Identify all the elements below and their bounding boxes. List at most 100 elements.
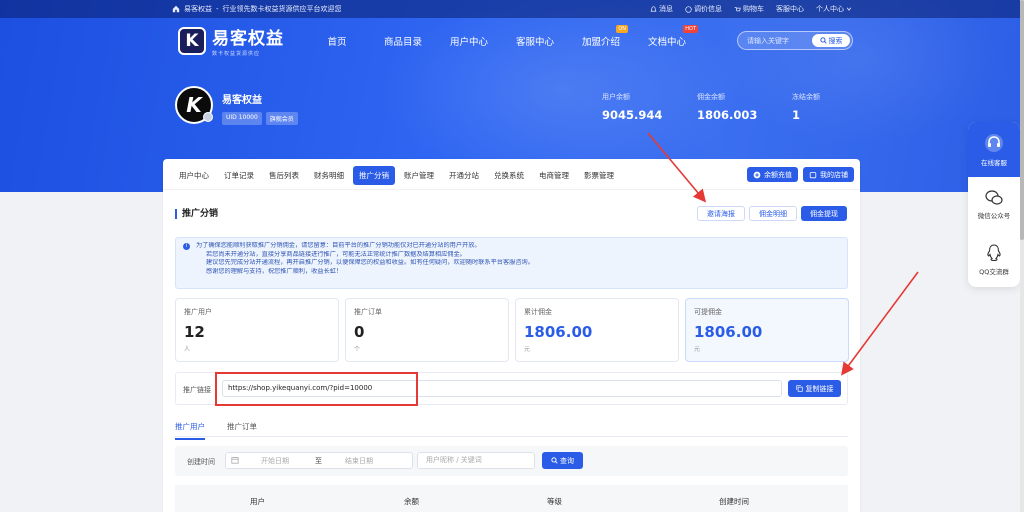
date-range-picker[interactable]: 开始日期 至 结束日期 — [225, 452, 413, 469]
online-service-button[interactable]: 在线客服 — [968, 122, 1020, 177]
avatar[interactable]: K — [175, 86, 213, 124]
tab-tickets[interactable]: 影票管理 — [578, 166, 620, 185]
topbar-personal[interactable]: 个人中心 — [816, 4, 852, 14]
nav-home[interactable]: 首页 — [304, 34, 370, 48]
home-icon — [172, 5, 180, 13]
cart-icon — [734, 6, 741, 11]
tab-after-sales[interactable]: 售后列表 — [263, 166, 305, 185]
logo[interactable]: K 易客权益 数卡权益货源供应 — [178, 24, 284, 57]
date-separator: 至 — [315, 457, 322, 465]
annotation-highlight-box — [215, 372, 418, 406]
subtabs-divider — [175, 436, 848, 437]
start-date[interactable]: 开始日期 — [261, 456, 289, 466]
nav-menu: 首页 商品目录 用户中心 客服中心 加盟介绍 ON 文档中心 HOT — [304, 25, 700, 48]
hot-badge: HOT — [683, 25, 698, 33]
invite-poster-button[interactable]: 邀请海报 — [697, 206, 745, 221]
metrics: 推广用户 12 人 推广订单 0 个 累计佣金 1806.00 元 可提佣金 1806.00 元 — [175, 298, 849, 362]
recharge-button[interactable]: 余额充值 — [747, 167, 798, 182]
plus-circle-icon — [753, 171, 761, 178]
main-card: 用户中心 订单记录 售后列表 财务明细 推广分销 账户管理 开通分站 兑换系统 … — [163, 159, 860, 512]
commission-balance: 佣金余额 1806.003 — [697, 93, 758, 122]
subtab-promoted-users[interactable]: 推广用户 — [175, 421, 205, 440]
nav-docs[interactable]: 文档中心 HOT — [634, 25, 700, 48]
metric-withdrawable-commission: 可提佣金 1806.00 元 — [685, 298, 849, 362]
col-created: 创建时间 — [719, 497, 749, 506]
copy-icon — [795, 385, 803, 392]
tab-finance[interactable]: 财务明细 — [308, 166, 350, 185]
qq-group-button[interactable]: QQ交流群 — [968, 232, 1020, 287]
end-date[interactable]: 结束日期 — [345, 456, 373, 466]
account-tabs: 用户中心 订单记录 售后列表 财务明细 推广分销 账户管理 开通分站 兑换系统 … — [173, 166, 620, 185]
wechat-icon — [985, 189, 1003, 205]
nav-user-center[interactable]: 用户中心 — [436, 34, 502, 48]
search-input[interactable] — [738, 36, 810, 45]
topbar-cart[interactable]: 购物车 — [734, 4, 764, 14]
notice-line: 感谢您的理解与支持，祝您推广顺利，收益长虹！ — [206, 267, 343, 275]
main-nav: K 易客权益 数卡权益货源供应 首页 商品目录 用户中心 客服中心 加盟介绍 ON… — [0, 18, 1024, 64]
topbar-price-info[interactable]: 调价信息 — [685, 4, 722, 14]
top-bar: 易客权益 - 行业领先数卡权益货源供应平台欢迎您 消息 调价信息 购物车 客服中… — [0, 0, 1024, 18]
topbar-brand: 易客权益 — [184, 5, 212, 13]
commission-withdraw-button[interactable]: 佣金提现 — [801, 206, 847, 221]
headset-icon — [985, 133, 1003, 152]
tab-ecommerce[interactable]: 电商管理 — [533, 166, 575, 185]
balance-stats: 用户余额 9045.944 佣金余额 1806.003 冻结余额 1 — [602, 92, 887, 122]
info-icon: i — [183, 243, 190, 250]
col-balance: 余额 — [404, 497, 419, 506]
frozen-balance: 冻结余额 1 — [792, 93, 820, 122]
member-level-badge: 旗舰会员 — [265, 112, 298, 125]
search-icon — [551, 457, 558, 464]
metric-total-commission: 累计佣金 1806.00 元 — [515, 298, 679, 362]
profile: K 易客权益 UID 10000 旗舰会员 — [175, 86, 298, 125]
keyword-input[interactable]: 用户昵称 / 关键词 — [417, 452, 535, 469]
search-bar: 搜索 — [737, 31, 853, 50]
filter-label: 创建时间 — [187, 458, 215, 466]
tab-substation[interactable]: 开通分站 — [443, 166, 485, 185]
wechat-button[interactable]: 微信公众号 — [968, 177, 1020, 232]
section-title: 推广分销 — [175, 209, 218, 219]
tab-exchange[interactable]: 兑换系统 — [488, 166, 530, 185]
topbar-separator: - — [216, 5, 219, 13]
tab-promotion[interactable]: 推广分销 — [353, 166, 395, 185]
tabs-divider — [163, 189, 860, 190]
metric-promoted-users: 推广用户 12 人 — [175, 298, 339, 362]
search-icon — [819, 37, 827, 44]
metric-promoted-orders: 推广订单 0 个 — [345, 298, 509, 362]
side-float-panel: 在线客服 微信公众号 QQ交流群 — [968, 122, 1020, 287]
logo-name: 易客权益 — [212, 29, 284, 49]
table-header: 用户 余额 等级 创建时间 — [175, 485, 848, 512]
page-scrollbar[interactable] — [1020, 0, 1024, 512]
notice-line: 建议您先完成分站开通流程，再开启推广分销，以便保障您的权益和收益。如有任何疑问，… — [206, 259, 534, 267]
notice-box: i 为了确保您能顺利获取推广分销佣金，请您留意：目前平台的推广分销功能仅对已开通… — [175, 237, 848, 289]
profile-name: 易客权益 — [222, 95, 262, 106]
promo-link-label: 推广链接 — [183, 386, 211, 394]
my-shop-button[interactable]: 我的店铺 — [803, 167, 854, 182]
subtab-promoted-orders[interactable]: 推广订单 — [227, 421, 257, 440]
query-button[interactable]: 查询 — [542, 452, 583, 469]
notice-line: 为了确保您能顺利获取推广分销佣金，请您留意：目前平台的推广分销功能仅对已开通分站… — [196, 242, 481, 249]
topbar-service[interactable]: 客服中心 — [776, 4, 804, 14]
calendar-icon — [231, 457, 239, 464]
copy-link-button[interactable]: 复制链接 — [788, 380, 841, 397]
logo-mark: K — [178, 26, 206, 55]
filter-bar: 创建时间 开始日期 至 结束日期 用户昵称 / 关键词 查询 — [175, 446, 848, 476]
qq-icon — [987, 243, 1001, 261]
col-user: 用户 — [250, 497, 265, 506]
notice-line: 若您尚未开通分站，直接分享商品链接进行推广，可能无法正常统计推广数据及结算相应佣… — [206, 250, 466, 258]
search-button[interactable]: 搜索 — [812, 34, 850, 47]
nav-service[interactable]: 客服中心 — [502, 34, 568, 48]
logo-slogan: 数卡权益货源供应 — [212, 51, 261, 57]
commission-detail-button[interactable]: 佣金明细 — [749, 206, 797, 221]
clock-icon — [685, 5, 692, 13]
tab-user-center[interactable]: 用户中心 — [173, 166, 215, 185]
uid-badge: UID 10000 — [222, 112, 262, 125]
nav-catalog[interactable]: 商品目录 — [370, 34, 436, 48]
scrollbar-thumb[interactable] — [1020, 0, 1024, 240]
topbar-messages[interactable]: 消息 — [650, 4, 673, 14]
shop-icon — [809, 171, 817, 178]
sub-tabs: 推广用户 推广订单 — [175, 421, 257, 440]
nav-join[interactable]: 加盟介绍 ON — [568, 25, 634, 48]
tab-orders[interactable]: 订单记录 — [218, 166, 260, 185]
tab-account[interactable]: 账户管理 — [398, 166, 440, 185]
user-balance: 用户余额 9045.944 — [602, 93, 663, 122]
